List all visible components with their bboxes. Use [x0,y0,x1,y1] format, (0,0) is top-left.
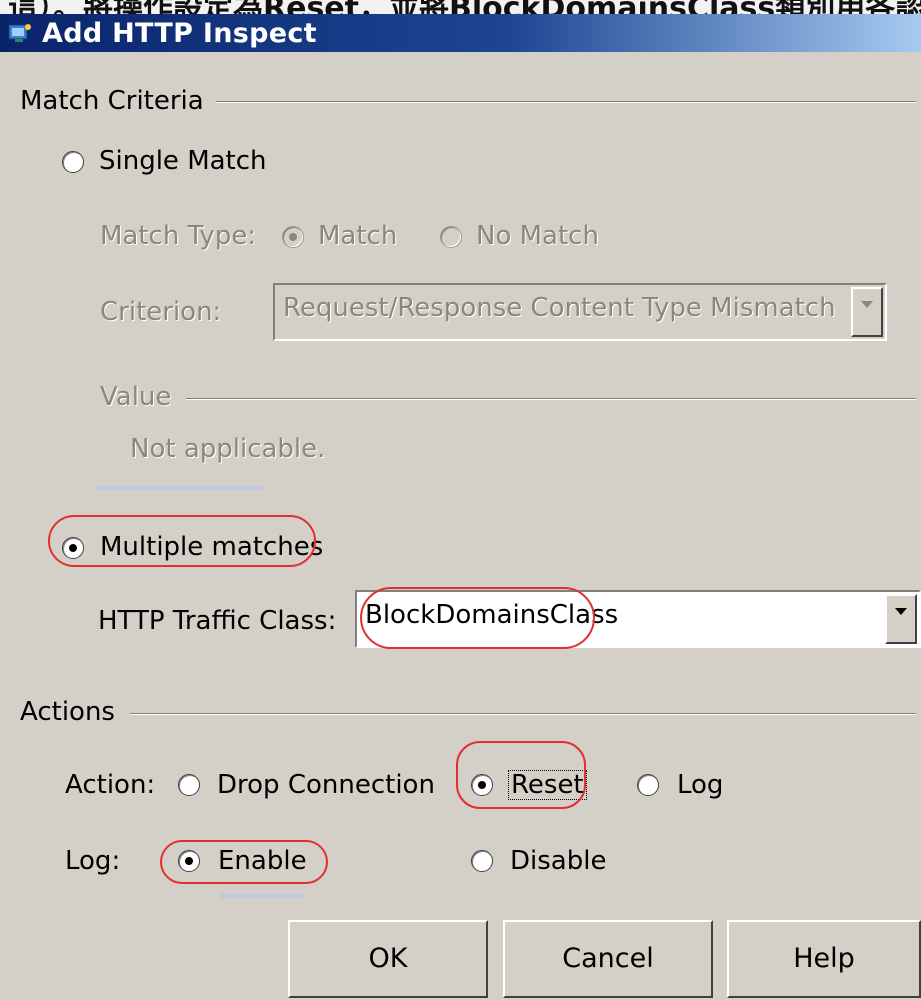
title-bar[interactable]: Add HTTP Inspect [0,14,921,52]
ok-button[interactable]: OK [288,920,488,998]
chevron-down-icon [895,608,907,615]
criterion-value: Request/Response Content Type Mismatch [283,293,836,323]
action-label: Action: [65,770,156,800]
no-match-radio[interactable] [440,226,462,248]
value-text: Not applicable. [130,434,326,464]
criterion-dropdown-button[interactable] [851,287,883,337]
no-match-label: No Match [476,221,599,251]
actions-heading: Actions [20,697,115,727]
match-type-label: Match Type: [100,221,257,251]
criterion-select[interactable]: Request/Response Content Type Mismatch [273,283,887,341]
add-http-inspect-dialog: 這）。將操作設定為Reset，並將BlockDomainsClass類別用各認 … [0,0,921,1000]
annotation-oval-traffic-class [360,587,595,649]
help-button[interactable]: Help [727,920,921,998]
criterion-label: Criterion: [100,297,222,327]
match-radio[interactable] [282,226,304,248]
match-label: Match [318,221,398,251]
focus-underline [96,486,264,490]
drop-connection-label: Drop Connection [217,770,435,800]
cropped-caption-text: 這）。將操作設定為Reset，並將BlockDomainsClass類別用各認 [0,0,921,14]
single-match-radio[interactable] [62,151,84,173]
log-radio[interactable] [637,774,659,796]
actions-divider [130,713,916,715]
value-heading: Value [100,382,172,412]
single-match-label: Single Match [99,146,267,176]
disable-label: Disable [510,846,607,876]
annotation-oval-multiple-matches [48,515,316,567]
match-criteria-heading: Match Criteria [20,86,204,116]
match-criteria-divider [216,101,916,103]
chevron-down-icon [861,301,873,308]
value-divider [186,398,916,400]
enable-focus-underline [220,894,304,898]
log-label: Log: [65,846,121,876]
window-title: Add HTTP Inspect [42,17,317,49]
drop-connection-radio[interactable] [178,774,200,796]
http-traffic-class-label: HTTP Traffic Class: [98,606,337,636]
traffic-class-dropdown-button[interactable] [885,594,917,644]
annotation-oval-reset [456,741,586,809]
cancel-button[interactable]: Cancel [503,920,713,998]
log-option-label: Log [677,770,724,800]
app-icon [8,24,31,42]
annotation-oval-enable [160,840,328,884]
disable-radio[interactable] [471,850,493,872]
